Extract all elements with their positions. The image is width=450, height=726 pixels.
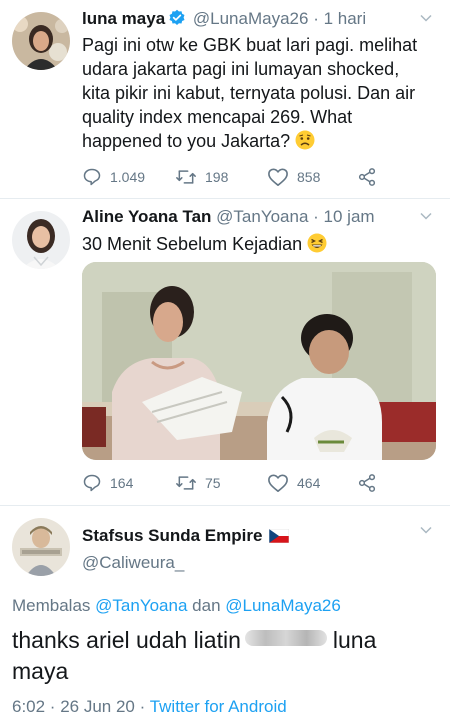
tweet-text-line: kita pikir ini kabut, ternyata polusi. D… <box>82 83 416 103</box>
avatar[interactable] <box>12 12 70 70</box>
replying-to: Membalas @TanYoana dan @LunaMaya26 <box>12 595 341 617</box>
avatar[interactable] <box>12 518 70 576</box>
author-handle-text: @Caliweura_ <box>82 553 185 572</box>
retweet-count: 198 <box>205 169 229 185</box>
tweet-time: · 1 hari <box>313 9 367 28</box>
retweet-icon <box>176 476 196 490</box>
share-icon <box>358 474 376 492</box>
tweet-luna-maya[interactable]: luna maya @LunaMaya26 · 1 hari Pagi ini … <box>0 0 450 198</box>
reply-text-line: maya <box>12 658 69 684</box>
share-button[interactable] <box>357 165 377 189</box>
worried-face-emoji <box>295 130 315 150</box>
tweet-actions: 164 75 464 <box>82 471 442 495</box>
tweet-meta: 6:02 · 26 Jun 20 · Twitter for Android <box>12 696 287 718</box>
tweet-text-line: udara jakarta pagi ini lumayan shocked, <box>82 59 400 79</box>
author-name[interactable]: Aline Yoana Tan <box>82 207 211 226</box>
tweet-text: Pagi ini otw ke GBK buat lari pagi. meli… <box>82 33 442 153</box>
tweet-timestamp: 6:02 · 26 Jun 20 · <box>12 697 146 716</box>
tweet-source-link[interactable]: Twitter for Android <box>150 697 287 716</box>
author-name[interactable]: luna maya <box>82 9 165 28</box>
replying-and: dan <box>192 596 221 615</box>
reply-count: 1.049 <box>110 169 146 185</box>
reply-icon <box>83 474 101 492</box>
like-button[interactable]: 858 <box>267 165 320 189</box>
chevron-down-icon[interactable] <box>420 524 432 536</box>
tweet-aline-yoana-tan[interactable]: Aline Yoana Tan @TanYoana · 10 jam 30 Me… <box>0 199 450 505</box>
reply-count: 164 <box>110 475 134 491</box>
reply-text: thanks ariel udah liatin luna maya <box>12 625 442 687</box>
share-button[interactable] <box>357 471 377 495</box>
replying-prefix: Membalas <box>12 596 91 615</box>
tweet-header: luna maya @LunaMaya26 · 1 hari <box>82 8 366 33</box>
reply-tweet[interactable]: Stafsus Sunda Empire @Caliweura_ Membala… <box>0 506 450 726</box>
retweet-icon <box>176 170 196 184</box>
tweet-time: · 10 jam <box>313 207 375 226</box>
reply-button[interactable]: 1.049 <box>82 165 145 189</box>
retweet-count: 75 <box>205 475 221 491</box>
like-count: 464 <box>297 475 321 491</box>
like-button[interactable]: 464 <box>267 471 320 495</box>
author-name[interactable]: Stafsus Sunda Empire <box>82 526 262 545</box>
czech-flag-icon <box>268 527 290 549</box>
retweet-button[interactable]: 198 <box>175 165 228 189</box>
tweet-text-line: happened to you Jakarta? <box>82 131 291 151</box>
mention-link[interactable]: @LunaMaya26 <box>225 596 341 615</box>
author-handle[interactable]: @LunaMaya26 <box>193 9 309 28</box>
reply-icon <box>83 168 101 186</box>
tweet-text-line: 30 Menit Sebelum Kejadian <box>82 234 303 254</box>
tweet-header: Aline Yoana Tan @TanYoana · 10 jam <box>82 206 375 228</box>
verified-badge-icon <box>168 9 186 33</box>
blurred-word <box>244 630 327 646</box>
grinning-squint-emoji <box>307 233 327 253</box>
chevron-down-icon[interactable] <box>420 12 432 24</box>
tweet-text-line: quality index mencapai 269. What <box>82 107 353 127</box>
reply-text-line: thanks ariel udah liatin <box>12 627 241 653</box>
tweet-actions: 1.049 198 858 <box>82 165 442 189</box>
author-handle[interactable]: @Caliweura_ <box>82 552 184 574</box>
tweet-text: 30 Menit Sebelum Kejadian <box>82 232 442 256</box>
like-count: 858 <box>297 169 321 185</box>
tweet-photo[interactable] <box>82 262 436 460</box>
reply-text-line: luna <box>332 627 377 653</box>
mention-link[interactable]: @TanYoana <box>95 596 187 615</box>
heart-icon <box>268 168 288 186</box>
share-icon <box>358 168 376 186</box>
tweet-header: Stafsus Sunda Empire <box>82 525 290 549</box>
author-handle[interactable]: @TanYoana <box>216 207 308 226</box>
reply-button[interactable]: 164 <box>82 471 133 495</box>
chevron-down-icon[interactable] <box>420 210 432 222</box>
avatar[interactable] <box>12 211 70 269</box>
retweet-button[interactable]: 75 <box>175 471 221 495</box>
heart-icon <box>268 474 288 492</box>
tweet-text-line: Pagi ini otw ke GBK buat lari pagi. meli… <box>82 35 418 55</box>
